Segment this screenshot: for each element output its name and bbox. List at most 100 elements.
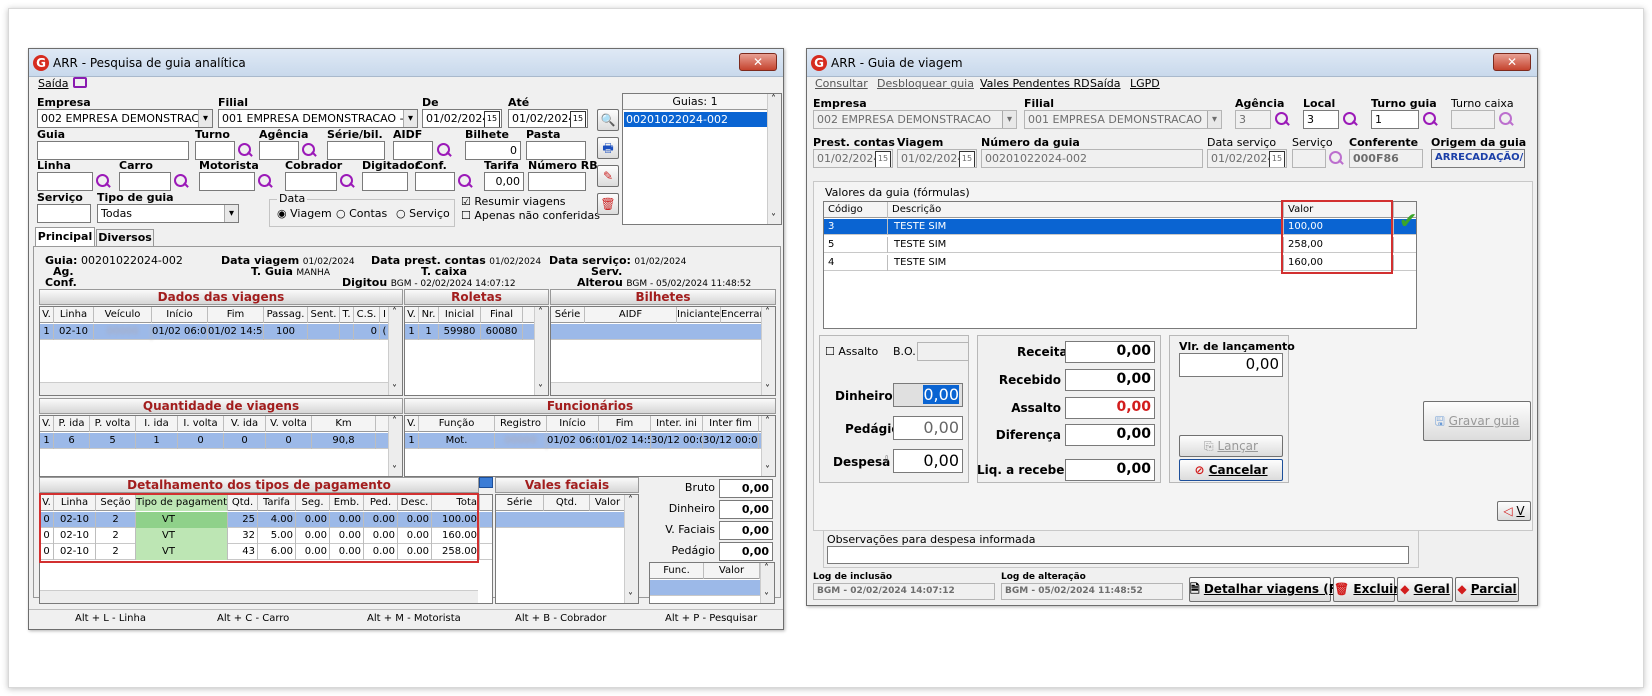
carro-search-icon[interactable]	[173, 173, 189, 189]
scrollbar[interactable]	[534, 307, 548, 395]
guia-input[interactable]	[37, 141, 189, 160]
aidf-search-icon[interactable]	[436, 142, 452, 158]
conferente-input[interactable]: 000F86	[1349, 149, 1423, 168]
recebido-field[interactable]: 0,00	[1065, 369, 1155, 391]
parcial-button[interactable]: ◆ Parcial	[1455, 577, 1519, 602]
h-scrollbar[interactable]	[40, 590, 478, 603]
guias-scrollbar[interactable]	[767, 94, 781, 224]
aidf-input[interactable]	[393, 141, 433, 160]
guias-list[interactable]: Guias: 1 00201022024-002	[622, 93, 782, 225]
detalhar-button[interactable]: 🗎 Detalhar viagens (F5)	[1189, 577, 1351, 602]
radio-viagem[interactable]: ◉ Viagem	[277, 207, 332, 220]
receita-field[interactable]: 0,00	[1065, 341, 1155, 363]
de-date[interactable]: 01/02/2024	[422, 109, 502, 128]
expand-icon[interactable]	[479, 477, 493, 488]
dados-viagens-grid[interactable]: V. Linha Veículo Início Fim Passag. Sent…	[39, 306, 403, 396]
turno-guia-input[interactable]: 1	[1371, 110, 1419, 129]
func-grid[interactable]: Func. Valor	[649, 562, 775, 604]
conf-search-icon[interactable]	[457, 173, 473, 189]
vales-grid[interactable]: Série Qtd. Valor	[495, 494, 639, 604]
table-row[interactable]	[496, 512, 624, 528]
tab-principal[interactable]: Principal	[35, 227, 95, 246]
bilhetes-grid[interactable]: Série AIDF Iniciante Encerrar	[550, 306, 776, 396]
excluir-button[interactable]: 🗑 Excluir	[1333, 577, 1399, 602]
monitor-icon[interactable]	[73, 77, 87, 88]
filial-select[interactable]: 001 EMPRESA DEMONSTRACAO	[1024, 110, 1222, 129]
pasta-input[interactable]	[526, 141, 586, 160]
menu-consultar[interactable]: Consultar	[815, 77, 868, 90]
scrollbar[interactable]	[760, 563, 774, 603]
apenas-checkbox[interactable]: ☐ Apenas não conferidas	[461, 209, 600, 222]
motorista-search-icon[interactable]	[257, 173, 273, 189]
table-row[interactable]: 1 6 5 1 0 0 0 90,8	[40, 433, 388, 449]
menu-lgpd[interactable]: LGPD	[1130, 77, 1160, 90]
roletas-grid[interactable]: V. Nr. Inicial Final 1 1 59980 60080	[404, 306, 549, 396]
liq-field[interactable]: 0,00	[1065, 459, 1155, 481]
close-button[interactable]: ✕	[1493, 53, 1531, 71]
bilhete-input[interactable]: 0	[465, 141, 521, 160]
table-row[interactable]	[650, 580, 760, 596]
h-scrollbar[interactable]	[551, 382, 761, 395]
bo-input[interactable]	[917, 342, 969, 361]
linha-input[interactable]	[37, 172, 93, 191]
tipo-guia-select[interactable]: Todas	[97, 204, 239, 223]
prest-date[interactable]: 01/02/2024	[813, 149, 893, 168]
menu-saida[interactable]: Saída	[1090, 77, 1121, 90]
bruto-field[interactable]: 0,00	[719, 479, 773, 498]
local-input[interactable]: 3	[1303, 110, 1339, 129]
menu-saida[interactable]: Saída	[38, 77, 69, 90]
cobrador-input[interactable]	[285, 172, 337, 191]
radio-servico[interactable]: ○ Serviço	[396, 207, 450, 220]
table-row[interactable]: 1 02-10 00000 01/02 06:00 01/02 14:50 10…	[40, 324, 390, 340]
conf-input[interactable]	[415, 172, 455, 191]
diferenca-field[interactable]: 0,00	[1065, 424, 1155, 446]
guias-item[interactable]: 00201022024-002	[624, 112, 767, 127]
assalto-field[interactable]: 0,00	[1065, 397, 1155, 419]
agencia-search-icon[interactable]	[1274, 111, 1290, 127]
tarifa-input[interactable]: 0,00	[484, 172, 524, 191]
digitador-input[interactable]	[362, 172, 408, 191]
scrollbar[interactable]	[388, 307, 402, 395]
gravar-button[interactable]: 🖫 Gravar guia	[1423, 401, 1531, 441]
servico-input[interactable]	[37, 204, 91, 223]
scrollbar[interactable]	[388, 416, 402, 476]
vfaciais-field[interactable]: 0,00	[719, 521, 773, 540]
table-row[interactable]: 1 Mot. 00000 01/02 06:00 01/02 14:50 30/…	[405, 433, 761, 449]
table-row[interactable]	[551, 324, 761, 340]
eraser-button[interactable]: ✎	[597, 165, 619, 187]
close-button[interactable]: ✕	[739, 53, 777, 71]
delete-button[interactable]: 🗑	[597, 193, 619, 215]
lancar-button[interactable]: ⎘ Lançar	[1179, 435, 1283, 457]
agencia-input[interactable]: 3	[1235, 110, 1271, 129]
origem-input[interactable]: ARRECADAÇÃO/D	[1431, 149, 1525, 168]
scrollbar[interactable]	[624, 495, 638, 603]
agencia-search-icon[interactable]	[301, 142, 317, 158]
cobrador-search-icon[interactable]	[339, 173, 355, 189]
h-scrollbar[interactable]	[40, 382, 388, 395]
tab-diversos[interactable]: Diversos	[96, 229, 154, 246]
cancelar-button[interactable]: ⊘ Cancelar	[1179, 459, 1283, 481]
turno-caixa-input[interactable]	[1451, 110, 1495, 129]
servico-search-icon[interactable]	[1328, 150, 1344, 166]
print-button[interactable]: 🖶	[597, 137, 619, 159]
agencia-input[interactable]	[259, 141, 299, 160]
geral-button[interactable]: ◆ Geral	[1397, 577, 1453, 602]
despesa-field[interactable]: 0,00	[893, 449, 963, 473]
pedagio-field[interactable]: 0,00	[893, 416, 963, 440]
funcionarios-grid[interactable]: V. Função Registro Início Fim Inter. ini…	[404, 415, 776, 477]
empresa-select[interactable]: 002 EMPRESA DEMONSTRACAO	[37, 109, 213, 128]
turno-search-icon[interactable]	[237, 142, 253, 158]
ate-date[interactable]: 01/02/2024	[508, 109, 588, 128]
dinheiro-field[interactable]: 0,00	[893, 383, 963, 407]
viagem-date[interactable]: 01/02/2024	[897, 149, 977, 168]
turno-guia-search-icon[interactable]	[1422, 111, 1438, 127]
numero-input[interactable]: 00201022024-002	[981, 149, 1203, 168]
pedagio-field[interactable]: 0,00	[719, 542, 773, 561]
assalto-checkbox[interactable]: ☐ Assalto	[825, 345, 878, 358]
scrollbar[interactable]	[761, 416, 775, 476]
carro-input[interactable]	[119, 172, 171, 191]
despesa-info-icon[interactable]: ⇩	[883, 455, 891, 465]
servico-input[interactable]	[1292, 149, 1326, 168]
quantidade-grid[interactable]: V. P. ida P. volta I. ida I. volta V. id…	[39, 415, 403, 477]
filial-select[interactable]: 001 EMPRESA DEMONSTRACAO -- JA	[218, 109, 418, 128]
